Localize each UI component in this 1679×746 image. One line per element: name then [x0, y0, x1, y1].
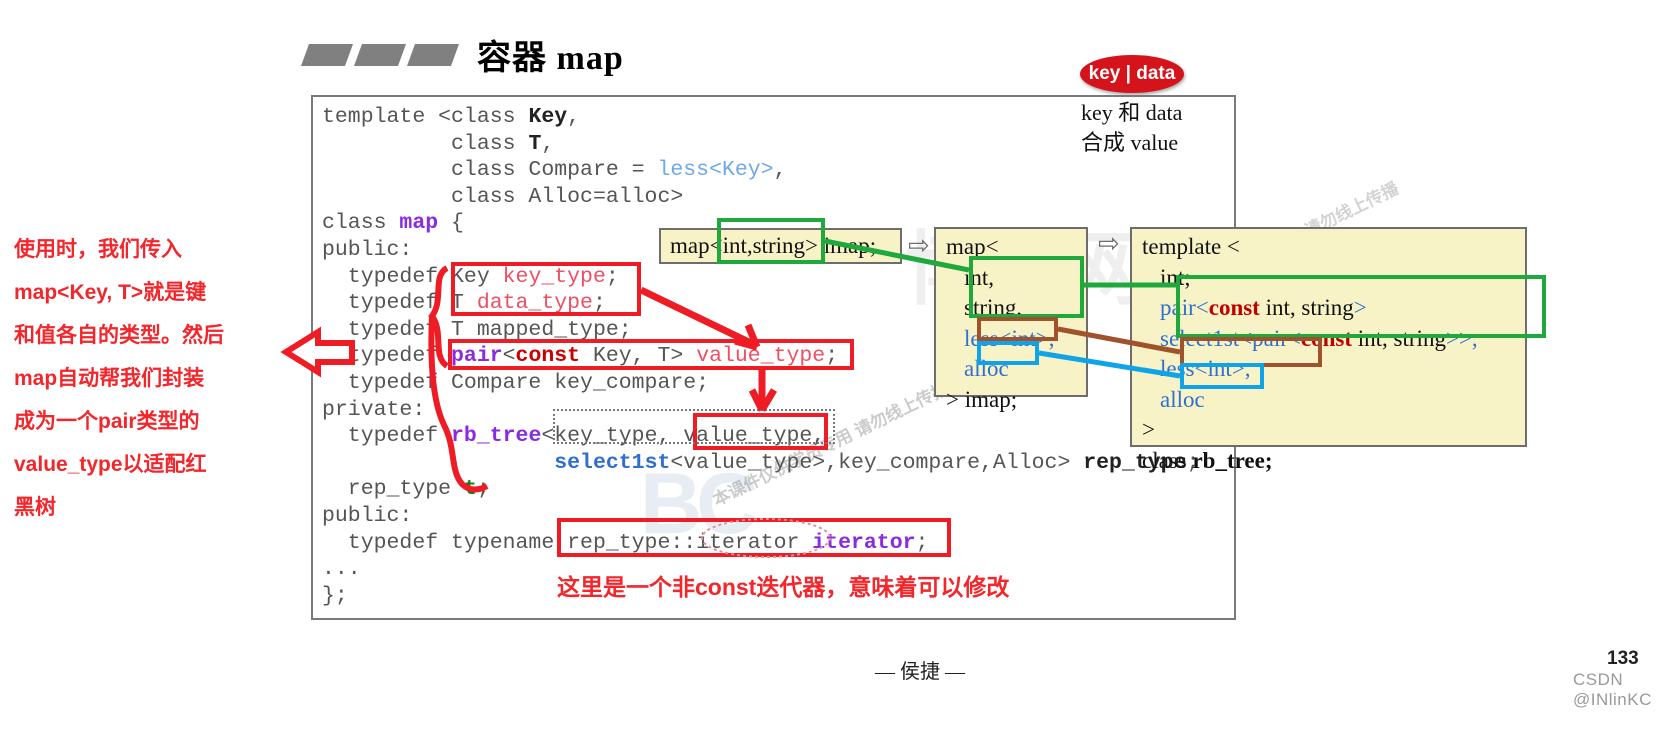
rbtree-line: template < — [1142, 234, 1240, 259]
left-annotation-line: map自动帮我们封装 — [14, 367, 205, 390]
code-line: }; — [322, 583, 348, 608]
code-line: public: — [322, 503, 413, 528]
code-line: rep_type t; — [322, 477, 490, 502]
slide-title-row: 容器 map — [300, 30, 624, 79]
code-line: typedef T data_type; — [322, 291, 606, 316]
code-line: template <class Key, — [322, 105, 581, 129]
expansion-line: alloc — [964, 356, 1009, 381]
title-bars-decoration — [300, 43, 460, 66]
rbtree-line: > — [1142, 417, 1155, 442]
expansion-line: less<int>, — [964, 325, 1055, 351]
code-line: typedef rb_tree<key_type, value_type, — [322, 424, 826, 449]
rbtree-instantiation-box: template < int; pair<const int, string> … — [1130, 227, 1527, 473]
code-line: private: — [322, 397, 426, 422]
expansion-line: map< — [946, 234, 999, 259]
key-data-badge: key | data — [1080, 55, 1184, 93]
footer-author: — 侯捷 — — [875, 661, 965, 683]
rbtree-line: class rb_tree; — [1142, 447, 1273, 473]
expansion-box: map< int, string, less<int>, alloc > ima… — [934, 227, 1088, 412]
code-line: class Alloc=alloc> — [322, 184, 684, 209]
expansion-line: > imap; — [946, 386, 1018, 412]
code-line: class map { — [322, 211, 464, 236]
left-annotation-line: 和值各自的类型。然后 — [14, 324, 224, 347]
flow-arrow-icon-2: ⇨ — [1098, 229, 1120, 259]
code-line: typedef T mapped_type; — [322, 317, 632, 342]
left-annotation-line: 成为一个pair类型的 — [14, 410, 200, 433]
left-annotation-line: 使用时，我们传入 — [14, 238, 182, 261]
code-line: typedef typename rep_type::iterator iter… — [322, 530, 929, 555]
code-line: class T, — [322, 131, 555, 156]
title-bar-2 — [353, 43, 407, 66]
rbtree-line: less<int>, — [1160, 356, 1251, 381]
rbtree-line: select1st<pair<const int, string>>, — [1160, 325, 1478, 351]
csdn-watermark: CSDN @INlinKC — [1573, 670, 1652, 709]
page-title: 容器 map — [477, 40, 624, 77]
rbtree-line: int; — [1160, 264, 1191, 290]
left-annotation-line: 黑树 — [14, 496, 56, 519]
rbtree-line: alloc — [1160, 386, 1205, 412]
code-line: public: — [322, 237, 413, 262]
expansion-line: string, — [964, 295, 1023, 320]
title-bar-3 — [406, 43, 460, 66]
page-number: 133 — [1607, 648, 1639, 669]
usage-example-box: map<int,string> imap; — [659, 228, 902, 264]
usage-example-text: map<int,string> imap; — [670, 233, 877, 258]
code-line: ... — [322, 557, 361, 582]
code-line: typedef Compare key_compare; — [322, 370, 710, 395]
left-annotation: 使用时，我们传入 map<Key, T>就是键 和值各自的类型。然后 map自动… — [14, 228, 284, 529]
code-line: typedef pair<const Key, T> value_type; — [322, 344, 839, 369]
bottom-annotation: 这里是一个非const迭代器，意味着可以修改 — [557, 574, 1010, 600]
left-annotation-line: map<Key, T>就是键 — [14, 281, 207, 304]
expansion-line: int, — [964, 264, 995, 290]
left-annotation-line: value_type以适配红 — [14, 453, 207, 476]
rbtree-line: pair<const int, string> — [1160, 295, 1367, 320]
code-line: class Compare = less<Key>, — [322, 158, 787, 183]
code-line: typedef Key key_type; — [322, 264, 619, 289]
code-line: select1st<value_type>,key_compare,Alloc>… — [554, 450, 1200, 475]
title-bar-1 — [300, 43, 354, 66]
flow-arrow-icon-1: ⇨ — [908, 231, 930, 261]
